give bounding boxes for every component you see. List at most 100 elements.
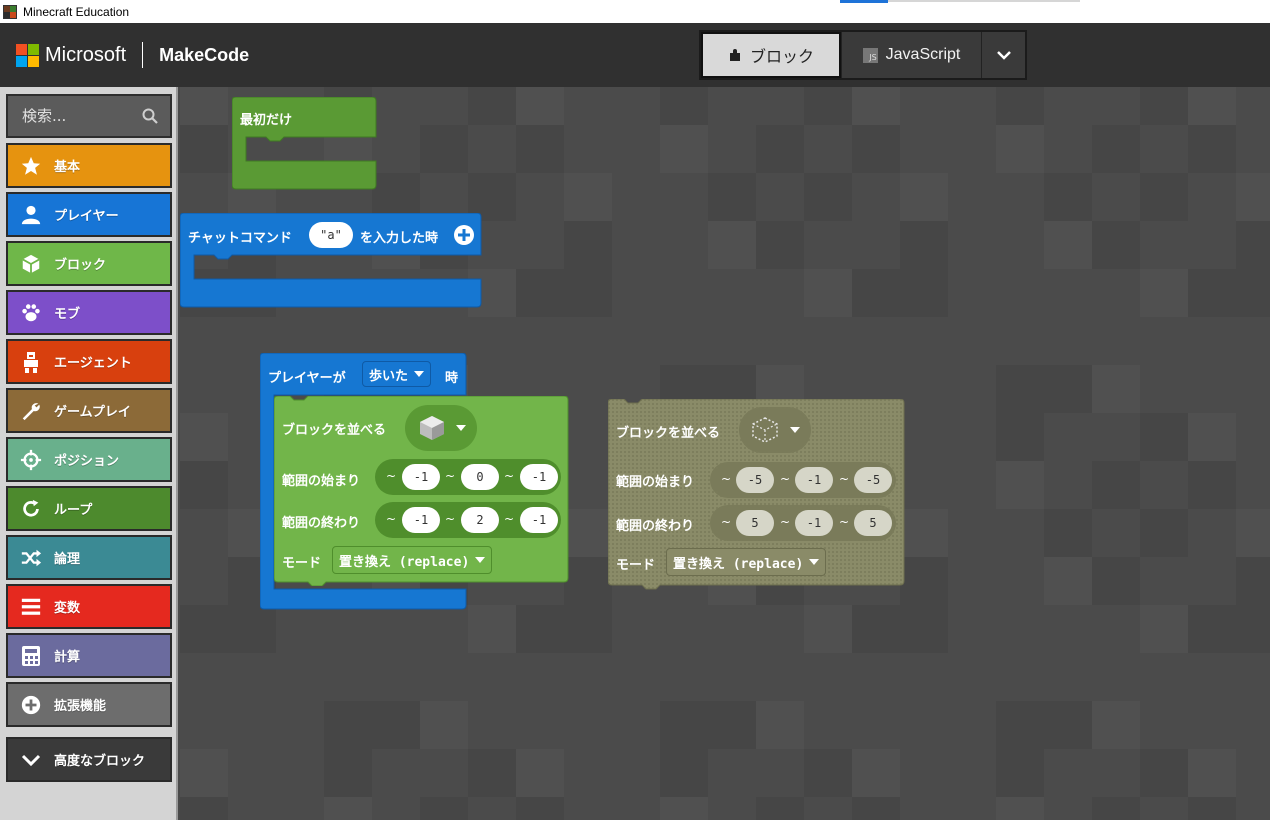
- from-z-input[interactable]: -1: [520, 464, 558, 490]
- workspace-tile: [1092, 701, 1140, 749]
- workspace-tile: [516, 269, 564, 317]
- person-icon: [18, 202, 44, 228]
- disabled-from-x[interactable]: -5: [736, 467, 774, 493]
- tilde-label: ~: [721, 515, 732, 529]
- workspace-tile: [180, 605, 228, 653]
- cube-icon: [18, 251, 44, 277]
- workspace-tile: [516, 605, 564, 653]
- search-input[interactable]: [22, 107, 132, 125]
- chat-command-input[interactable]: "a": [309, 222, 353, 248]
- category-blocks[interactable]: ブロック: [6, 241, 172, 286]
- fill-mode-dropdown[interactable]: 置き換え (replace): [332, 546, 493, 574]
- category-label: ポジション: [54, 454, 120, 469]
- fill-from-label: 範囲の始まり: [282, 474, 361, 489]
- search-icon[interactable]: [142, 108, 158, 124]
- category-label: 計算: [54, 650, 81, 665]
- player-action-dropdown[interactable]: 歩いた: [362, 361, 432, 387]
- disabled-to-x[interactable]: 5: [736, 510, 774, 536]
- workspace-tile: [756, 797, 804, 820]
- javascript-editor-label: JavaScript: [885, 46, 961, 63]
- add-parameter-icon[interactable]: [453, 224, 475, 246]
- workspace-tile: [468, 87, 516, 125]
- workspace-tile: [1188, 87, 1236, 125]
- workspace-tile: [228, 605, 276, 653]
- javascript-editor-button[interactable]: JS JavaScript: [841, 32, 981, 78]
- category-mobs[interactable]: モブ: [6, 290, 172, 335]
- workspace-tile: [1236, 269, 1270, 317]
- workspace-tile: [708, 221, 756, 269]
- dropdown-caret-icon: [809, 559, 820, 565]
- crosshair-icon: [18, 447, 44, 473]
- workspace-tile: [516, 749, 564, 797]
- category-agent[interactable]: エージェント: [6, 339, 172, 384]
- fill-mode-value: 置き換え (replace): [339, 554, 470, 570]
- category-variables[interactable]: 変数: [6, 584, 172, 629]
- tilde-label: ~: [839, 472, 850, 486]
- agent-icon: [18, 349, 44, 375]
- category-label: 論理: [54, 552, 81, 567]
- tilde-label: ~: [780, 515, 791, 529]
- dropdown-caret-icon: [414, 371, 425, 377]
- workspace-tile: [852, 269, 900, 317]
- category-extensions[interactable]: 拡張機能: [6, 682, 172, 727]
- workspace-tile: [900, 173, 948, 221]
- workspace-tile: [324, 797, 372, 820]
- microsoft-brand[interactable]: Microsoft: [45, 44, 126, 67]
- stone-block-icon: [420, 416, 444, 440]
- disabled-from-z[interactable]: -5: [854, 467, 892, 493]
- disabled-to-y[interactable]: -1: [795, 510, 833, 536]
- blocks-workspace[interactable]: 最初だけ チャットコマンド "a" を入力した時 プレイヤーが 歩いた 時 ブロ…: [180, 87, 1270, 820]
- to-y-input[interactable]: 2: [461, 507, 499, 533]
- disabled-from-y[interactable]: -1: [795, 467, 833, 493]
- category-label: 変数: [54, 601, 81, 616]
- category-loops[interactable]: ループ: [6, 486, 172, 531]
- tilde-label: ~: [504, 512, 515, 526]
- tilde-label: ~: [780, 472, 791, 486]
- workspace-tile: [564, 557, 612, 605]
- workspace-tile: [1236, 509, 1270, 557]
- tilde-label: ~: [721, 472, 732, 486]
- category-basic[interactable]: 基本: [6, 143, 172, 188]
- makecode-brand[interactable]: MakeCode: [159, 45, 249, 66]
- workspace-tile: [804, 87, 852, 125]
- dropdown-caret-icon: [475, 557, 486, 563]
- workspace-tile: [468, 749, 516, 797]
- category-player[interactable]: プレイヤー: [6, 192, 172, 237]
- to-x-input[interactable]: -1: [402, 507, 440, 533]
- from-y-input[interactable]: 0: [461, 464, 499, 490]
- disabled-mode-dropdown[interactable]: 置き換え (replace): [666, 548, 827, 576]
- microsoft-logo-icon: [16, 43, 39, 67]
- workspace-tile: [1092, 797, 1140, 820]
- workspace-tile: [1092, 365, 1140, 413]
- workspace-tile: [1140, 605, 1188, 653]
- workspace-tile: [804, 269, 852, 317]
- workspace-tile: [180, 87, 228, 125]
- category-label: 高度なブロック: [54, 754, 146, 769]
- disabled-to-z[interactable]: 5: [854, 510, 892, 536]
- category-advanced[interactable]: 高度なブロック: [6, 737, 172, 782]
- workspace-tile: [852, 87, 900, 125]
- editor-more-button[interactable]: [981, 32, 1025, 78]
- category-label: 基本: [54, 160, 81, 175]
- disabled-block-type-dropdown[interactable]: [739, 407, 811, 453]
- blocks-editor-button[interactable]: ブロック: [701, 32, 841, 78]
- workspace-tile: [996, 701, 1044, 749]
- category-logic[interactable]: 論理: [6, 535, 172, 580]
- workspace-tile: [564, 221, 612, 269]
- category-gameplay[interactable]: ゲームプレイ: [6, 388, 172, 433]
- player-action-value: 歩いた: [369, 368, 409, 384]
- category-math[interactable]: 計算: [6, 633, 172, 678]
- workspace-tile: [420, 797, 468, 820]
- workspace-tile: [1188, 461, 1236, 509]
- from-x-input[interactable]: -1: [402, 464, 440, 490]
- workspace-tile: [900, 605, 948, 653]
- workspace-tile: [372, 701, 420, 749]
- workspace-tile: [660, 87, 708, 125]
- category-positions[interactable]: ポジション: [6, 437, 172, 482]
- workspace-tile: [660, 701, 708, 749]
- to-z-input[interactable]: -1: [520, 507, 558, 533]
- tilde-label: ~: [386, 469, 397, 483]
- workspace-tile: [516, 125, 564, 173]
- block-type-dropdown[interactable]: [405, 405, 477, 451]
- workspace-tile: [660, 797, 708, 820]
